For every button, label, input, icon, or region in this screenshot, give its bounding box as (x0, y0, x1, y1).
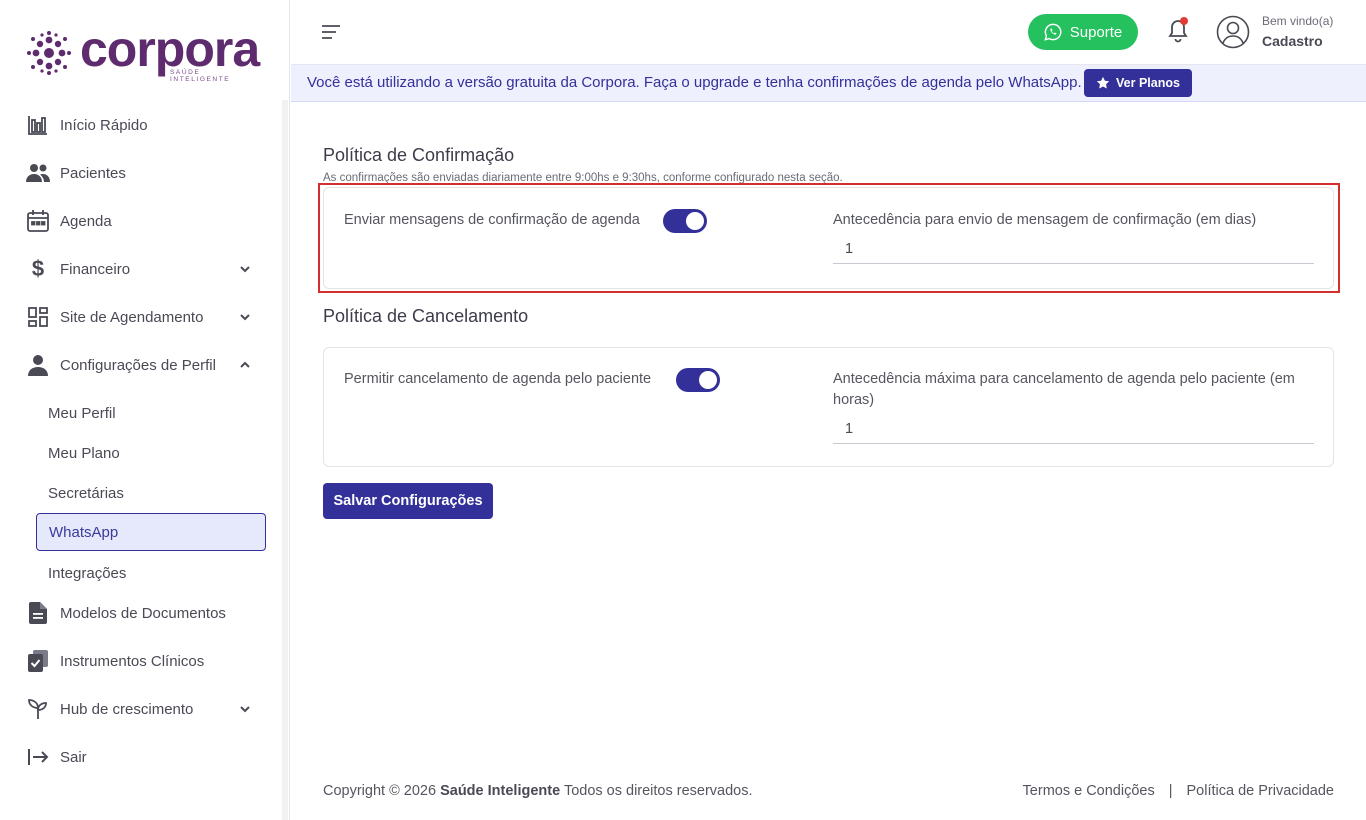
save-settings-button[interactable]: Salvar Configurações (323, 483, 493, 519)
menu-toggle-icon[interactable] (321, 22, 341, 42)
person-icon (26, 353, 50, 377)
logout-icon (26, 745, 50, 769)
cancellation-section-title: Política de Cancelamento (323, 306, 529, 326)
cancellation-toggle-label: Permitir cancelamento de agenda pelo pac… (344, 371, 652, 387)
sidebar-item-label: Financeiro (60, 260, 131, 278)
dashboard-grid-icon (26, 305, 50, 329)
sidebar-item-site-de-agendamento[interactable]: Site de Agendamento (26, 302, 256, 332)
sidebar-subitem-meu-plano[interactable]: Meu Plano (36, 434, 266, 472)
sidebar-item-label: Sair (60, 748, 87, 766)
sprout-icon (26, 697, 50, 721)
copyright-text: Copyright © 2026 (323, 783, 437, 799)
users-icon (26, 161, 50, 185)
cancellation-toggle[interactable] (676, 368, 720, 392)
welcome-text: Bem vindo(a) (1262, 14, 1334, 28)
sidebar-item-hub-de-crescimento[interactable]: Hub de crescimento (26, 694, 256, 724)
logo-dots-icon (27, 31, 71, 75)
support-button[interactable]: Suporte (1028, 14, 1138, 50)
sidebar-item-label: Instrumentos Clínicos (60, 652, 205, 670)
sidebar-item-configuracoes-de-perfil[interactable]: Configurações de Perfil (26, 350, 256, 380)
sidebar-item-sair[interactable]: Sair (26, 742, 256, 772)
upgrade-banner-text: Você está utilizando a versão gratuita d… (307, 74, 1082, 91)
rights-text: Todos os direitos reservados. (563, 783, 753, 799)
app-root: corpora SAÚDE INTELIGENTE Início Rápido … (0, 0, 1366, 820)
dollar-icon: $ (31, 256, 45, 281)
sidebar-item-financeiro[interactable]: $ Financeiro (26, 254, 256, 284)
company-name: Saúde Inteligente (440, 783, 561, 799)
upgrade-banner: Você está utilizando a versão gratuita d… (291, 65, 1366, 102)
chevron-down-icon (240, 706, 250, 713)
view-plans-button[interactable]: Ver Planos (1084, 69, 1192, 97)
footer-copyright: Copyright © 2026 Saúde Inteligente Todos… (323, 783, 753, 799)
sidebar-item-instrumentos-clinicos[interactable]: Instrumentos Clínicos (26, 646, 256, 676)
sidebar-item-label: Início Rápido (60, 116, 148, 134)
sidebar-item-label: Agenda (60, 212, 112, 230)
sidebar-item-label: Configurações de Perfil (60, 356, 216, 374)
confirmation-section-title: Política de Confirmação (323, 145, 515, 165)
user-avatar-icon[interactable] (1216, 15, 1250, 49)
sidebar: corpora SAÚDE INTELIGENTE Início Rápido … (0, 0, 290, 820)
cancellation-card: Permitir cancelamento de agenda pelo pac… (323, 347, 1334, 467)
clipboard-check-icon (26, 649, 50, 673)
document-icon (26, 601, 50, 625)
highlight-box (318, 183, 1340, 293)
support-button-label: Suporte (1069, 23, 1123, 41)
footer-separator: | (1168, 783, 1173, 799)
sidebar-subitem-secretarias[interactable]: Secretárias (36, 474, 266, 512)
sidebar-item-label: Modelos de Documentos (60, 604, 226, 622)
brand-tagline: SAÚDE INTELIGENTE (170, 69, 231, 83)
footer-links: Termos e Condições | Política de Privaci… (1023, 783, 1334, 799)
sidebar-item-label: Hub de crescimento (60, 700, 194, 718)
sidebar-subitem-whatsapp[interactable]: WhatsApp (36, 513, 266, 551)
star-icon (1096, 76, 1110, 89)
chart-bars-icon (26, 113, 50, 137)
chevron-down-icon (240, 314, 250, 321)
top-header: Suporte Bem vindo(a) Cadastro (291, 0, 1366, 65)
chevron-down-icon (240, 266, 250, 273)
view-plans-label: Ver Planos (1116, 76, 1180, 90)
sidebar-item-agenda[interactable]: Agenda (26, 206, 256, 236)
cancellation-hours-field-wrapper (833, 414, 1314, 444)
sidebar-item-modelos-de-documentos[interactable]: Modelos de Documentos (26, 598, 256, 628)
toggle-knob (699, 371, 717, 389)
user-name[interactable]: Cadastro (1262, 33, 1323, 49)
corpora-logo[interactable]: corpora SAÚDE INTELIGENTE (26, 21, 260, 83)
sidebar-item-inicio-rapido[interactable]: Início Rápido (26, 110, 256, 140)
terms-link[interactable]: Termos e Condições (1023, 783, 1155, 799)
notification-dot (1180, 17, 1188, 25)
privacy-link[interactable]: Política de Privacidade (1187, 783, 1335, 799)
confirmation-section-subtitle: As confirmações são enviadas diariamente… (323, 172, 843, 183)
chevron-up-icon (240, 361, 250, 368)
sidebar-subitem-integracoes[interactable]: Integrações (36, 554, 266, 592)
calendar-icon (26, 209, 50, 233)
sidebar-item-pacientes[interactable]: Pacientes (26, 158, 256, 188)
whatsapp-icon (1044, 23, 1062, 41)
cancellation-hours-label: Antecedência máxima para cancelamento de… (833, 371, 1295, 408)
sidebar-scrollbar[interactable] (282, 100, 288, 820)
sidebar-item-label: Pacientes (60, 164, 126, 182)
cancellation-hours-input[interactable] (833, 414, 1314, 443)
sidebar-subitem-meu-perfil[interactable]: Meu Perfil (36, 394, 266, 432)
sidebar-item-label: Site de Agendamento (60, 308, 204, 326)
